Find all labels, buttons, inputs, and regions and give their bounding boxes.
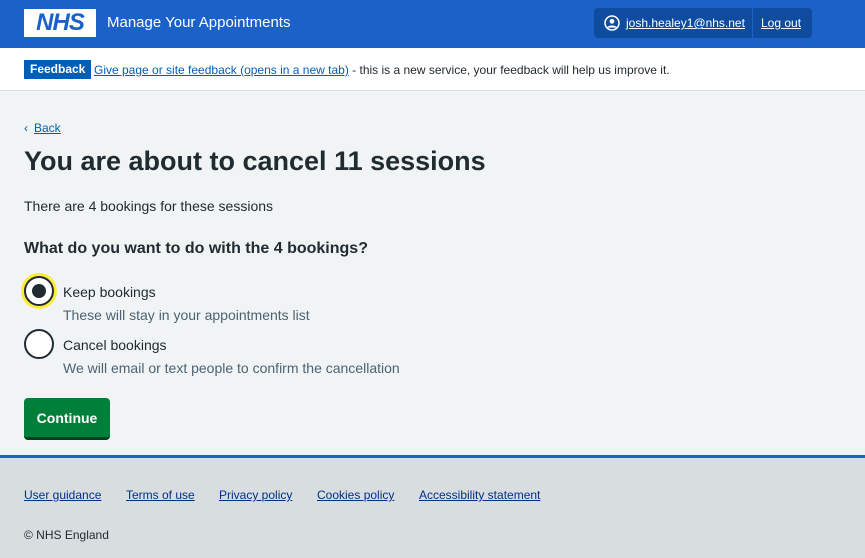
keep-bookings-hint: These will stay in your appointments lis…: [63, 307, 310, 323]
footer-link-terms[interactable]: Terms of use: [126, 488, 195, 502]
feedback-link[interactable]: Give page or site feedback (opens in a n…: [94, 63, 349, 77]
user-circle-icon: [604, 15, 620, 31]
back-link[interactable]: ‹ Back: [24, 121, 61, 135]
footer-link-privacy[interactable]: Privacy policy: [219, 488, 292, 502]
site-footer: User guidance Terms of use Privacy polic…: [0, 455, 865, 558]
chevron-left-icon: ‹: [24, 121, 28, 135]
account-panel: josh.healey1@nhs.net Log out: [594, 8, 812, 38]
user-email-link[interactable]: josh.healey1@nhs.net: [626, 16, 745, 30]
cancel-bookings-radio[interactable]: [24, 329, 54, 359]
account-divider: [752, 8, 753, 38]
page-title: You are about to cancel 11 sessions: [24, 146, 486, 176]
feedback-text: Give page or site feedback (opens in a n…: [94, 63, 670, 77]
keep-bookings-radio[interactable]: [24, 276, 54, 306]
back-label: Back: [34, 121, 61, 135]
copyright-text: © NHS England: [24, 528, 109, 542]
footer-link-user-guidance[interactable]: User guidance: [24, 488, 101, 502]
footer-link-accessibility[interactable]: Accessibility statement: [419, 488, 540, 502]
keep-bookings-label[interactable]: Keep bookings: [63, 284, 156, 300]
feedback-banner: Feedback Give page or site feedback (ope…: [0, 48, 865, 91]
continue-button[interactable]: Continue: [24, 398, 110, 440]
nhs-logo[interactable]: NHS: [24, 9, 96, 37]
logout-link[interactable]: Log out: [761, 16, 801, 30]
site-header: NHS Manage Your Appointments josh.healey…: [0, 0, 865, 48]
intro-text: There are 4 bookings for these sessions: [24, 198, 274, 214]
cancel-bookings-label[interactable]: Cancel bookings: [63, 337, 167, 353]
cancel-bookings-hint: We will email or text people to confirm …: [63, 360, 400, 376]
footer-link-cookies[interactable]: Cookies policy: [317, 488, 394, 502]
feedback-tag: Feedback: [24, 60, 92, 79]
feedback-trailing-text: - this is a new service, your feedback w…: [348, 63, 670, 77]
service-name[interactable]: Manage Your Appointments: [107, 14, 290, 31]
question-legend: What do you want to do with the 4 bookin…: [24, 240, 368, 257]
